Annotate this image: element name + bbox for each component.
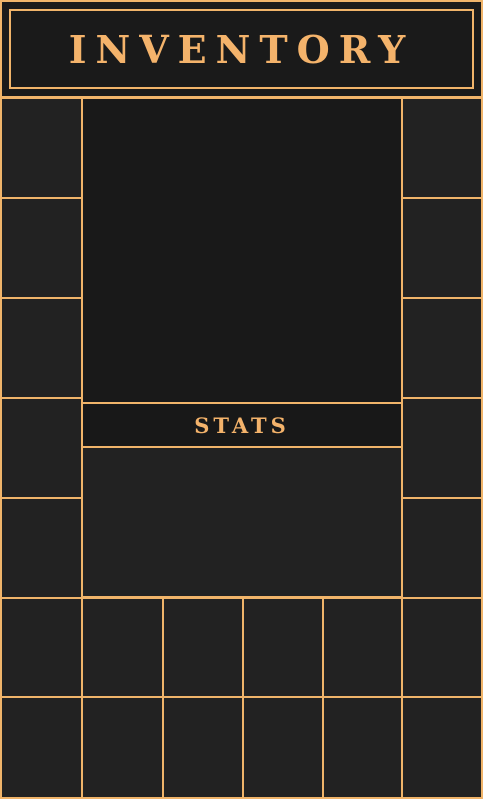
inventory-slot-left-7[interactable] (0, 696, 83, 799)
inventory-slot-right-5[interactable] (401, 497, 483, 599)
inventory-slot-bottom-1-3[interactable] (242, 597, 324, 698)
inventory-slot-bottom-2-1[interactable] (81, 696, 164, 799)
stats-title: STATS (194, 412, 290, 438)
stats-header: STATS (81, 402, 403, 448)
inventory-slot-left-5[interactable] (0, 497, 83, 599)
inventory-slot-bottom-2-3[interactable] (242, 696, 324, 799)
inventory-slot-bottom-2-4[interactable] (322, 696, 403, 799)
inventory-slot-right-6[interactable] (401, 597, 483, 698)
inventory-title-frame: INVENTORY (9, 9, 474, 89)
inventory-header: INVENTORY (0, 0, 483, 98)
inventory-slot-left-4[interactable] (0, 397, 83, 499)
inventory-slot-right-3[interactable] (401, 297, 483, 399)
inventory-slot-left-6[interactable] (0, 597, 83, 698)
inventory-slot-left-1[interactable] (0, 97, 83, 199)
inventory-slot-right-4[interactable] (401, 397, 483, 499)
inventory-slot-right-7[interactable] (401, 696, 483, 799)
inventory-slot-left-3[interactable] (0, 297, 83, 399)
inventory-slot-right-1[interactable] (401, 97, 483, 199)
character-preview (81, 97, 403, 404)
inventory-title: INVENTORY (68, 26, 415, 72)
inventory-slot-bottom-2-2[interactable] (162, 696, 244, 799)
inventory-slot-bottom-1-2[interactable] (162, 597, 244, 698)
stats-panel (81, 446, 403, 598)
inventory-slot-bottom-1-1[interactable] (81, 597, 164, 698)
inventory-slot-bottom-1-4[interactable] (322, 597, 403, 698)
inventory-slot-left-2[interactable] (0, 197, 83, 299)
inventory-slot-right-2[interactable] (401, 197, 483, 299)
